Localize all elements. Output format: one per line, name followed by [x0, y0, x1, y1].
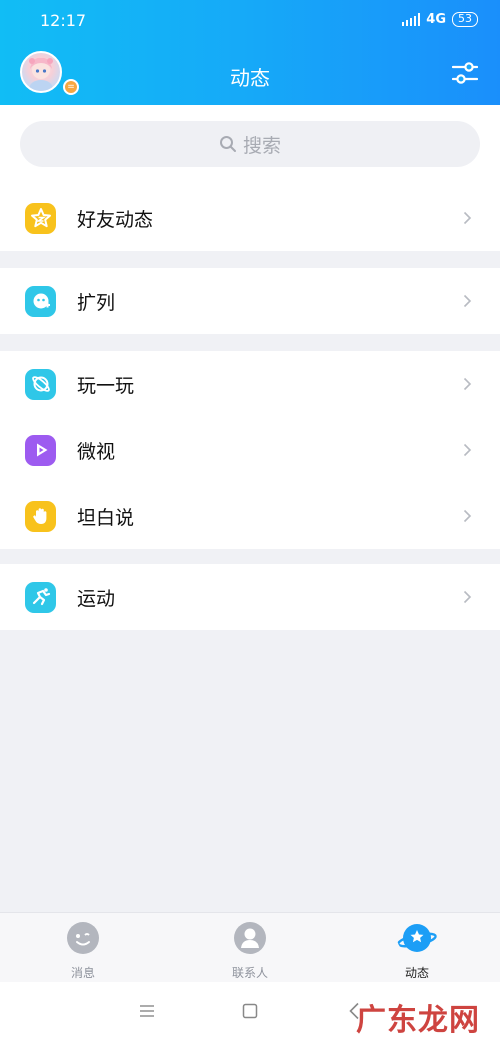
star-icon — [25, 202, 56, 234]
chevron-right-icon — [463, 211, 472, 225]
status-bar: 12:17 4G 53 — [0, 0, 500, 40]
menu-icon[interactable] — [139, 1003, 155, 1019]
tab-label: 消息 — [70, 966, 95, 980]
list-item-label: 扩列 — [77, 291, 116, 314]
network-type: 4G — [426, 12, 446, 27]
tab-label: 联系人 — [231, 966, 268, 980]
chevron-right-icon — [463, 443, 472, 457]
group-expand: 扩列 — [0, 268, 500, 334]
signal-icon — [402, 13, 421, 26]
tab-messages[interactable]: 消息 — [38, 921, 128, 981]
status-indicators: 4G 53 — [402, 12, 478, 27]
status-time: 12:17 — [40, 11, 87, 30]
home-icon[interactable] — [242, 1003, 258, 1019]
chevron-right-icon — [463, 590, 472, 604]
planet-ring-icon — [25, 368, 56, 400]
chevron-right-icon — [463, 294, 472, 308]
filter-settings-icon[interactable] — [452, 61, 478, 85]
group-apps: 玩一玩 微视 坦白说 — [0, 351, 500, 549]
planet-icon — [397, 924, 437, 952]
search-placeholder: 搜索 — [242, 134, 281, 157]
list-item-friend-feed[interactable]: 好友动态 — [0, 185, 500, 251]
contact-icon — [234, 922, 266, 954]
list-item-confession[interactable]: 坦白说 — [0, 483, 500, 549]
list-item-label: 坦白说 — [77, 506, 135, 529]
list-item-play[interactable]: 玩一玩 — [0, 351, 500, 417]
bottom-tab-bar: 消息 联系人 动态 — [0, 912, 500, 982]
tab-contacts[interactable]: 联系人 — [205, 921, 295, 981]
hand-icon — [25, 500, 56, 532]
list-item-label: 好友动态 — [77, 208, 154, 231]
tab-feed[interactable]: 动态 — [372, 921, 462, 981]
play-icon — [25, 434, 56, 466]
list-item-label: 运动 — [77, 587, 116, 610]
search-input[interactable]: 搜索 — [20, 121, 480, 167]
list-item-weishi[interactable]: 微视 — [0, 417, 500, 483]
message-icon — [67, 922, 99, 954]
group-sport: 运动 — [0, 564, 500, 630]
group-friends: 好友动态 — [0, 185, 500, 251]
tab-label: 动态 — [404, 966, 429, 980]
chevron-right-icon — [463, 377, 472, 391]
run-icon — [25, 581, 56, 613]
search-icon — [219, 136, 236, 152]
planet-face-icon — [25, 285, 56, 317]
page-title: 动态 — [230, 66, 270, 90]
list-item-label: 玩一玩 — [77, 374, 135, 397]
search-area: 搜索 — [0, 105, 500, 185]
battery-icon: 53 — [452, 12, 478, 27]
list-item-label: 微视 — [77, 440, 116, 463]
watermark-logo: 广东龙网 — [356, 1003, 480, 1038]
list-item-sport[interactable]: 运动 — [0, 564, 500, 630]
list-item-expand-friends[interactable]: 扩列 — [0, 268, 500, 334]
chevron-right-icon — [463, 509, 472, 523]
header: 12:17 4G 53 = 动态 — [0, 0, 500, 105]
